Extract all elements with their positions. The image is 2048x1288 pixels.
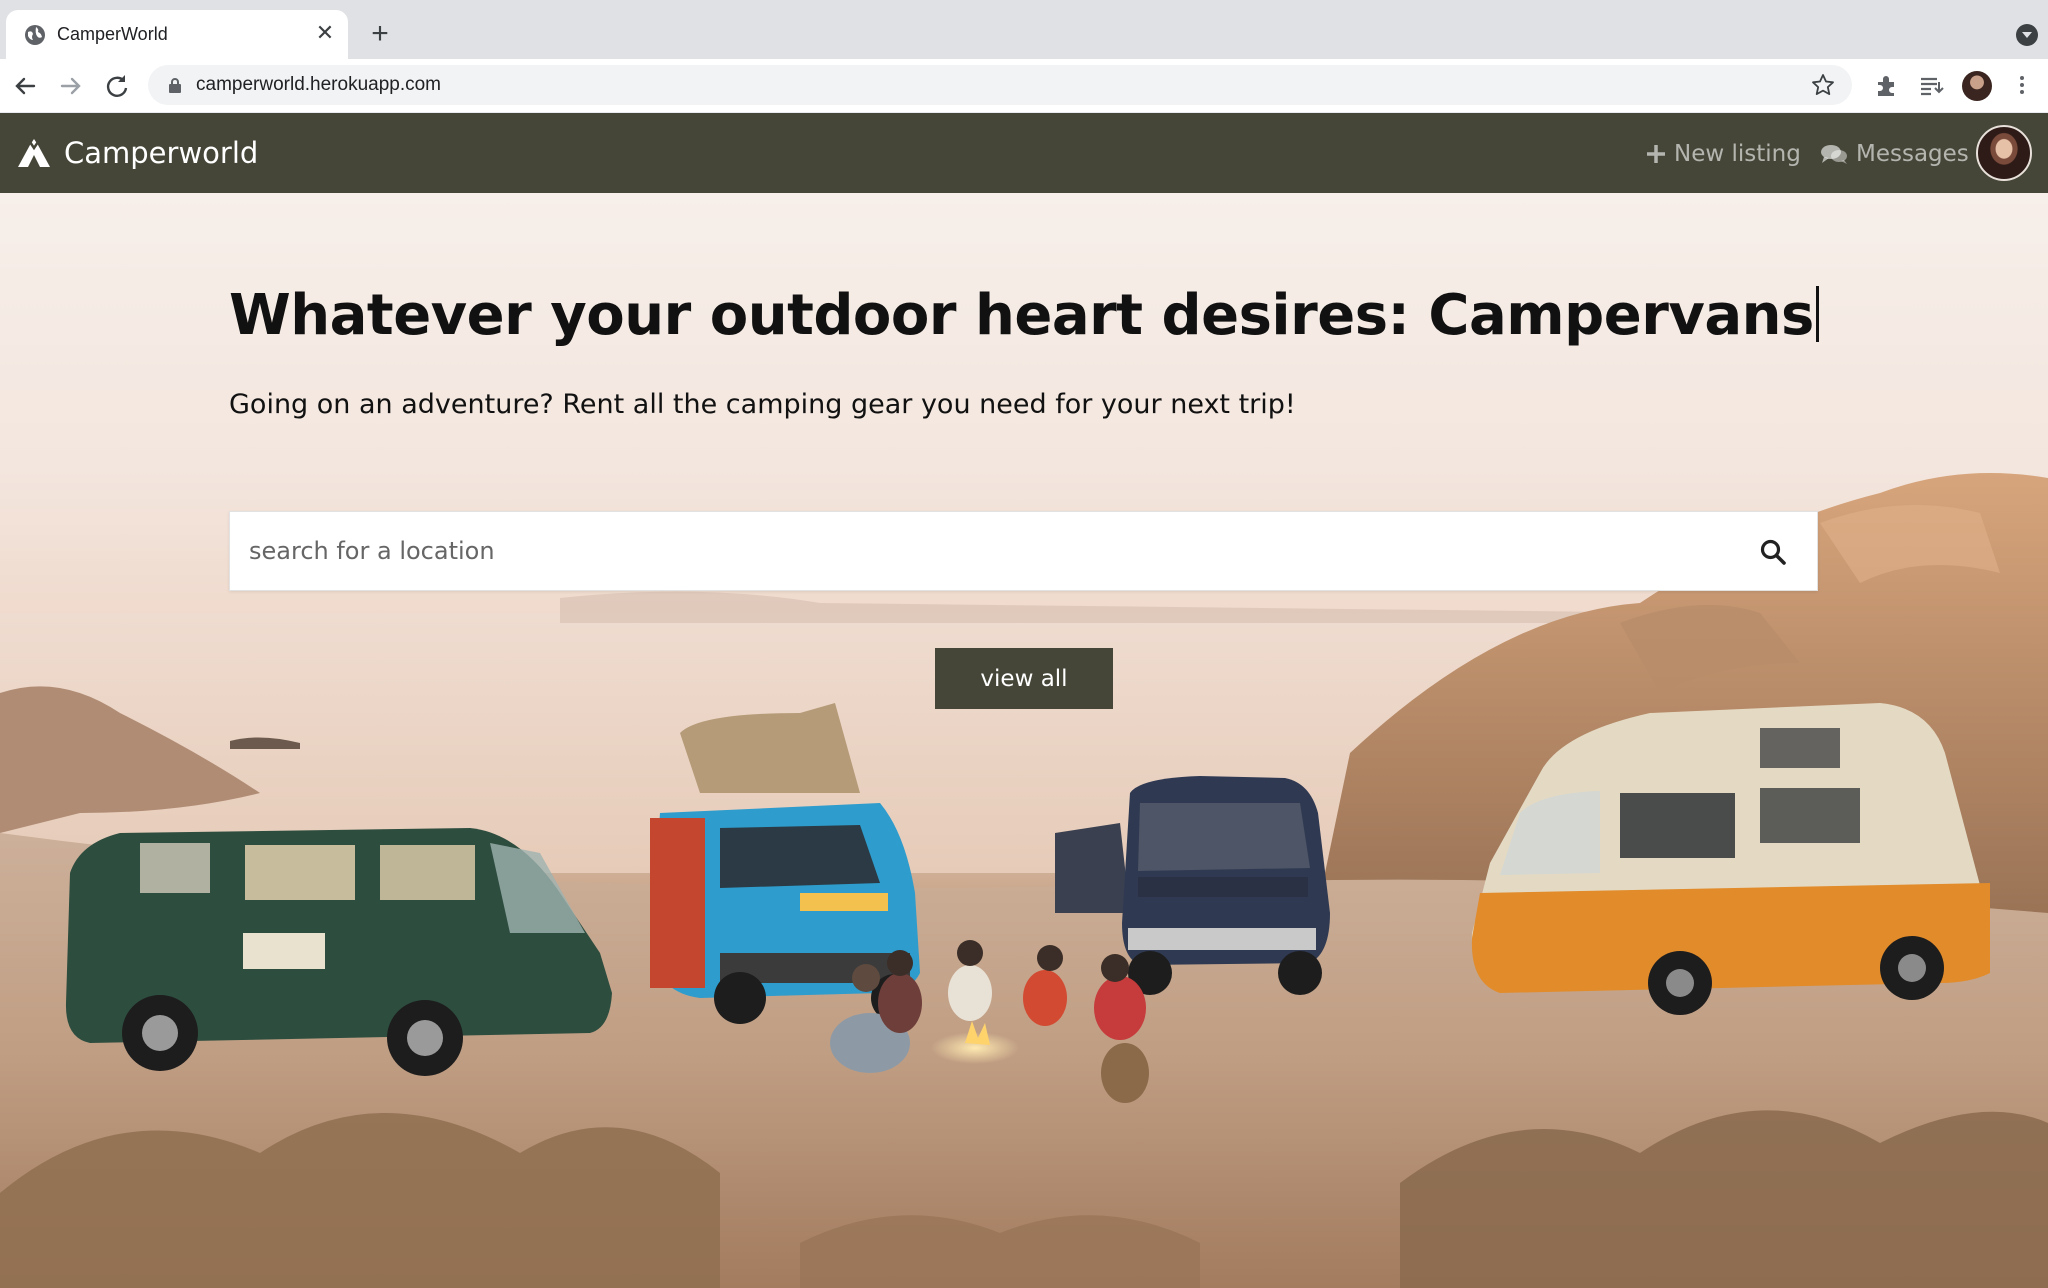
user-avatar[interactable] [1976,125,2032,181]
brand-link[interactable]: Camperworld [16,131,258,175]
browser-profile-avatar[interactable] [1962,71,1992,101]
brand-name: Camperworld [64,136,259,170]
location-search-input[interactable] [230,512,1730,590]
hero-headline: Whatever your outdoor heart desires: Cam… [229,283,1819,348]
forward-icon[interactable] [56,71,86,101]
reload-icon[interactable] [102,71,132,101]
campervans-background-image [0,473,2048,1288]
browser-tab[interactable]: CamperWorld ✕ [6,10,348,59]
new-listing-label: New listing [1674,141,1801,167]
close-tab-icon[interactable]: ✕ [312,21,338,47]
reading-list-icon[interactable] [1917,72,1945,100]
browser-menu-icon[interactable] [2014,73,2030,99]
extensions-icon[interactable] [1872,72,1900,100]
bookmark-star-icon[interactable] [1810,72,1836,98]
address-bar[interactable]: camperworld.herokuapp.com [148,65,1852,105]
new-tab-icon[interactable]: + [366,19,394,49]
tent-logo-icon [18,138,50,167]
messages-label: Messages [1856,141,1969,167]
url-text[interactable]: camperworld.herokuapp.com [196,74,441,96]
browser-toolbar: camperworld.herokuapp.com [0,59,2048,113]
plus-icon [1647,145,1665,163]
globe-icon [25,25,45,45]
lock-icon[interactable] [168,77,182,93]
back-icon[interactable] [10,71,40,101]
hero-section: Whatever your outdoor heart desires: Cam… [0,193,2048,1288]
location-search-box [229,511,1818,591]
tab-search-icon[interactable] [2016,24,2038,46]
messages-link[interactable]: Messages [1820,139,1969,169]
browser-tabstrip: CamperWorld ✕ + [0,0,2048,59]
site-navbar: Camperworld New listing Messages [0,113,2048,193]
tab-title: CamperWorld [57,24,168,44]
search-icon[interactable] [1759,538,1787,566]
hero-headline-text: Whatever your outdoor heart desires: Cam… [229,283,1814,348]
view-all-button[interactable]: view all [935,648,1113,709]
chat-bubbles-icon [1821,145,1847,164]
typing-cursor [1815,286,1819,342]
hero-subheadline: Going on an adventure? Rent all the camp… [229,389,1296,420]
new-listing-link[interactable]: New listing [1646,139,1801,169]
